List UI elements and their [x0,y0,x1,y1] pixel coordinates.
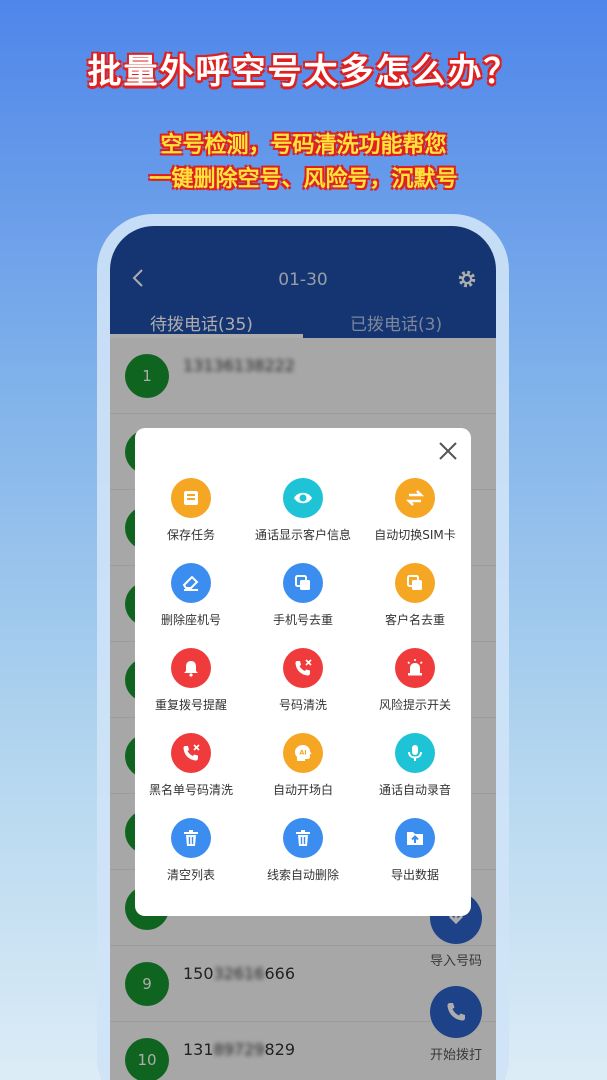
svg-text:AI: AI [299,749,306,757]
eye-icon [283,478,323,518]
menu-item-label: 自动开场白 [272,783,333,797]
eraser-icon [171,563,211,603]
save-icon [171,478,211,518]
menu-item-label: 清空列表 [166,868,215,882]
copy-icon [283,563,323,603]
menu-item-auto-opening[interactable]: AI 自动开场白 [247,733,359,818]
menu-item-auto-record[interactable]: 通话自动录音 [359,733,471,818]
function-menu-dialog: 保存任务 通话显示客户信息 自动切换SIM卡 删除座机号 手机号去重 客户名去重… [135,428,471,916]
menu-item-export-data[interactable]: 导出数据 [359,818,471,903]
menu-item-label: 手机号去重 [272,613,333,627]
menu-item-save-task[interactable]: 保存任务 [135,478,247,563]
menu-item-label: 号码清洗 [278,698,327,712]
export-folder-icon [395,818,435,858]
menu-item-dedupe-name[interactable]: 客户名去重 [359,563,471,648]
promo-line-1: 空号检测，号码清洗功能帮您 [160,133,447,158]
menu-item-label: 删除座机号 [160,613,221,627]
alarm-icon [395,648,435,688]
menu-item-label: 客户名去重 [384,613,445,627]
menu-item-label: 风险提示开关 [378,698,451,712]
ai-icon: AI [283,733,323,773]
menu-item-clear-list[interactable]: 清空列表 [135,818,247,903]
menu-item-auto-delete-leads[interactable]: 线索自动删除 [247,818,359,903]
swap-icon [395,478,435,518]
copy-icon [395,563,435,603]
menu-item-label: 黑名单号码清洗 [148,783,233,797]
menu-item-label: 导出数据 [390,868,439,882]
menu-item-label: 重复拨号提醒 [154,698,227,712]
promo-headline: 批量外呼空号太多怎么办？ [87,52,520,92]
bell-icon [171,648,211,688]
menu-item-number-cleaning[interactable]: 号码清洗 [247,648,359,733]
menu-item-show-customer-info[interactable]: 通话显示客户信息 [247,478,359,563]
menu-item-blacklist-cleaning[interactable]: 黑名单号码清洗 [135,733,247,818]
menu-item-label: 通话自动录音 [378,783,451,797]
mic-icon [395,733,435,773]
close-icon[interactable] [437,440,459,462]
menu-item-label: 自动切换SIM卡 [374,528,456,542]
menu-item-dedupe-phone[interactable]: 手机号去重 [247,563,359,648]
menu-item-label: 线索自动删除 [266,868,339,882]
phone-x-icon [171,733,211,773]
promo-line-2: 一键删除空号、风险号，沉默号 [149,167,458,192]
menu-item-label: 保存任务 [166,528,215,542]
menu-item-label: 通话显示客户信息 [254,528,351,542]
menu-item-repeat-dial-reminder[interactable]: 重复拨号提醒 [135,648,247,733]
trash-icon [283,818,323,858]
trash-icon [171,818,211,858]
function-grid: 保存任务 通话显示客户信息 自动切换SIM卡 删除座机号 手机号去重 客户名去重… [135,478,471,903]
menu-item-risk-alert-toggle[interactable]: 风险提示开关 [359,648,471,733]
menu-item-switch-sim[interactable]: 自动切换SIM卡 [359,478,471,563]
menu-item-delete-landline[interactable]: 删除座机号 [135,563,247,648]
phone-x-icon [283,648,323,688]
